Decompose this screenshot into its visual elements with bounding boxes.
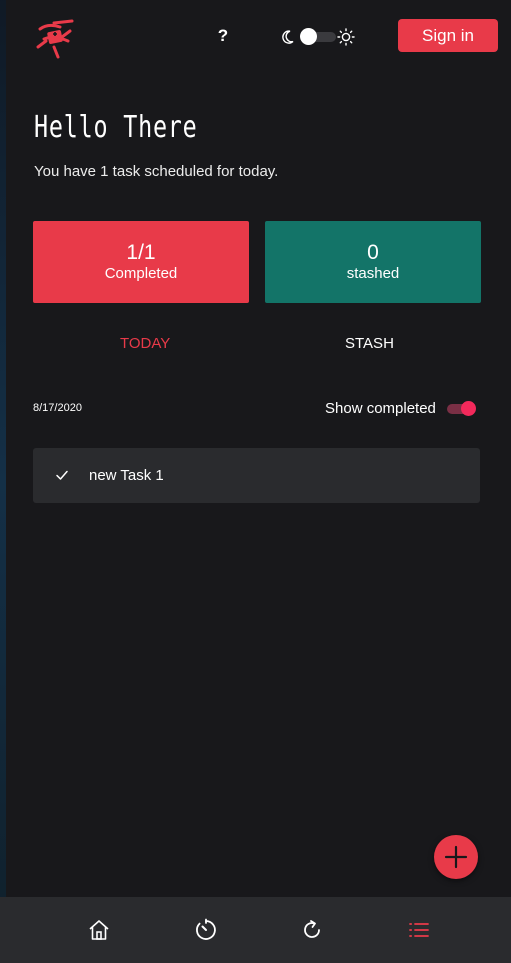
completed-card[interactable]: 1/1 Completed xyxy=(33,221,249,303)
tab-today[interactable]: TODAY xyxy=(120,335,170,352)
home-icon xyxy=(89,920,109,940)
nav-timer[interactable] xyxy=(194,918,218,942)
nav-list[interactable] xyxy=(407,918,431,942)
sun-icon xyxy=(337,28,355,46)
completed-label: Completed xyxy=(104,265,178,282)
add-task-button[interactable] xyxy=(434,835,478,879)
plus-icon xyxy=(444,845,468,869)
bottom-nav xyxy=(0,897,511,963)
show-completed-toggle[interactable] xyxy=(447,401,477,417)
help-button[interactable]: ? xyxy=(215,24,231,48)
background-edge xyxy=(0,0,6,963)
theme-toggle-knob[interactable] xyxy=(300,28,317,45)
show-completed-label: Show completed xyxy=(325,400,436,417)
swiss-army-knife-logo-icon[interactable] xyxy=(32,17,76,61)
app-header: ? Sign in xyxy=(0,0,511,72)
completed-count: 1/1 xyxy=(126,241,156,264)
stashed-label: stashed xyxy=(346,265,400,282)
greeting-title: Hello There xyxy=(34,110,198,145)
greeting-subtitle: You have 1 task scheduled for today. xyxy=(34,163,279,180)
moon-icon xyxy=(282,30,294,44)
check-icon[interactable] xyxy=(55,468,69,482)
repeat-icon xyxy=(304,920,320,938)
task-label: new Task 1 xyxy=(89,467,164,484)
task-item[interactable]: new Task 1 xyxy=(33,448,480,503)
theme-toggle[interactable] xyxy=(282,26,355,48)
list-icon xyxy=(409,923,429,937)
list-date: 8/17/2020 xyxy=(33,402,82,414)
stashed-count: 0 xyxy=(367,241,379,264)
stashed-card[interactable]: 0 stashed xyxy=(265,221,481,303)
sign-in-button[interactable]: Sign in xyxy=(398,19,498,52)
timer-icon xyxy=(196,918,216,940)
show-completed-knob[interactable] xyxy=(461,401,476,416)
nav-repeat[interactable] xyxy=(300,918,324,942)
tab-stash[interactable]: STASH xyxy=(345,335,394,352)
nav-home[interactable] xyxy=(87,918,111,942)
